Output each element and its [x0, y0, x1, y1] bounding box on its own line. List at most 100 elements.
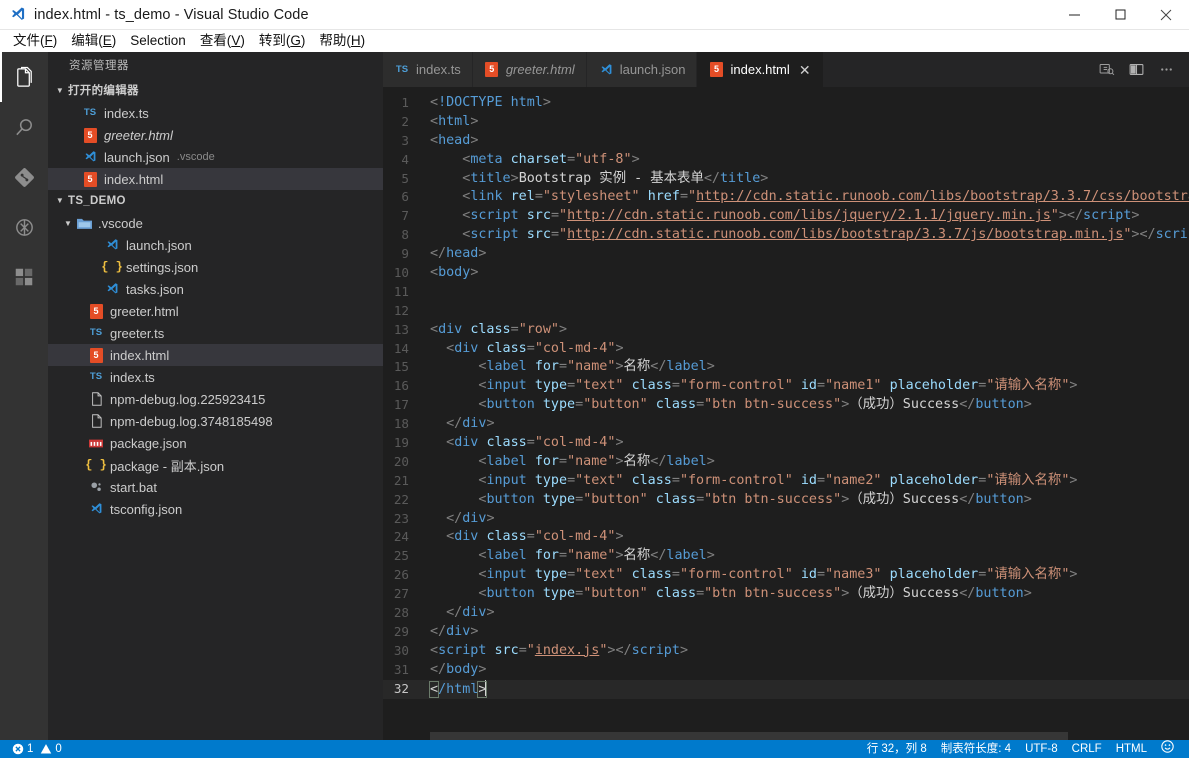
horizontal-scrollbar[interactable]: [430, 732, 1068, 740]
status-item-3[interactable]: CRLF: [1065, 740, 1109, 758]
file-tree-item[interactable]: tsconfig.json: [48, 498, 383, 520]
open-preview-icon[interactable]: [1092, 56, 1120, 84]
line-content: <button type="button" class="btn btn-suc…: [430, 396, 1031, 415]
explorer-icon[interactable]: [0, 52, 48, 102]
token-attr: src: [526, 208, 551, 224]
token-tag: button: [486, 397, 543, 413]
menu-item-3[interactable]: 查看(V): [193, 30, 252, 52]
html-file-icon: 5: [88, 303, 104, 319]
token-tag: label: [666, 453, 707, 469]
file-tree-item[interactable]: 5 index.html: [48, 344, 383, 366]
source-control-icon[interactable]: [0, 152, 48, 202]
file-name: greeter.html: [104, 127, 173, 143]
close-icon[interactable]: ✕: [798, 63, 812, 77]
token-br: =: [575, 397, 584, 413]
extensions-icon[interactable]: [0, 252, 48, 302]
line-content: <html>: [430, 113, 478, 132]
file-tree-item[interactable]: TS index.ts: [48, 366, 383, 388]
editor-tab[interactable]: 5 greeter.html: [472, 52, 587, 87]
token-attr: type: [542, 397, 576, 413]
error-circle-icon: [12, 743, 24, 755]
editor-tab[interactable]: TS index.ts: [383, 52, 473, 87]
search-icon[interactable]: [0, 102, 48, 152]
menu-item-1[interactable]: 编辑(E): [64, 30, 123, 52]
token-attr: class: [631, 378, 672, 394]
token-br: >: [470, 113, 479, 129]
token-url[interactable]: http://cdn.static.runoob.com/libs/bootst…: [567, 227, 1123, 242]
file-tree-item[interactable]: { } settings.json: [48, 256, 383, 278]
line-number: 27: [393, 586, 409, 602]
editor-tab[interactable]: 5 index.html ✕: [697, 52, 824, 87]
token-url[interactable]: http://cdn.static.runoob.com/libs/jquery…: [567, 208, 1051, 223]
ts-file-icon: TS: [89, 371, 103, 383]
line-content: <meta charset="utf-8">: [430, 151, 639, 170]
file-tree-item[interactable]: 5 greeter.html: [48, 300, 383, 322]
token-attr: class: [486, 435, 527, 451]
minimize-button[interactable]: [1051, 0, 1097, 30]
split-editor-icon[interactable]: [1122, 56, 1150, 84]
token-br: <: [430, 642, 439, 658]
token-str: "stylesheet": [542, 189, 640, 205]
open-editor-item[interactable]: 5 index.html: [48, 168, 383, 190]
token-attr: placeholder: [889, 378, 979, 394]
token-str: "form-control": [679, 472, 793, 488]
menu-item-2[interactable]: Selection: [123, 30, 193, 52]
token-url[interactable]: http://cdn.static.runoob.com/libs/bootst…: [696, 189, 1189, 204]
maximize-button[interactable]: [1097, 0, 1143, 30]
smiley-icon[interactable]: [1154, 740, 1181, 758]
problems-indicator[interactable]: 1 0: [8, 743, 66, 755]
file-tree-item[interactable]: package.json: [48, 432, 383, 454]
token-attr: type: [542, 586, 576, 602]
file-tree-item[interactable]: tasks.json: [48, 278, 383, 300]
section-workspace[interactable]: ▼ TS_DEMO: [48, 190, 383, 212]
menu-item-4[interactable]: 转到(G): [252, 30, 313, 52]
more-actions-icon[interactable]: [1152, 56, 1180, 84]
token-str: "name2": [825, 472, 882, 488]
open-editor-item[interactable]: 5 greeter.html: [48, 124, 383, 146]
token-str: "请输入名称": [986, 378, 1070, 394]
debug-icon[interactable]: [0, 202, 48, 252]
file-tree-item[interactable]: ▼ .vscode: [48, 212, 383, 234]
file-tree-item[interactable]: TS greeter.ts: [48, 322, 383, 344]
token-str: "button": [583, 491, 648, 507]
token-tag: div: [454, 529, 487, 545]
status-item-1[interactable]: 制表符长度: 4: [934, 740, 1018, 758]
open-editor-item[interactable]: TS index.ts: [48, 102, 383, 124]
token-br: >: [706, 548, 715, 564]
token-br: <: [430, 132, 439, 148]
open-editor-item[interactable]: launch.json .vscode: [48, 146, 383, 168]
token-tag: div: [462, 605, 487, 621]
file-tree-item[interactable]: start.bat: [48, 476, 383, 498]
token-txt: （成功）Success: [849, 491, 960, 507]
token-attr: class: [655, 397, 697, 413]
menu-item-5[interactable]: 帮助(H): [312, 30, 372, 52]
file-tree-item[interactable]: launch.json: [48, 234, 383, 256]
file-tree-item[interactable]: { } package - 副本.json: [48, 454, 383, 476]
text-cursor: [485, 679, 487, 696]
status-item-4[interactable]: HTML: [1109, 740, 1154, 758]
code-editor[interactable]: 1 <!DOCTYPE html> 2 <html> 3 <head> 4 <meta ch…: [383, 87, 1189, 740]
section-open-editors[interactable]: ▼ 打开的编辑器: [48, 80, 383, 102]
token-tag: button: [975, 491, 1024, 507]
status-item-2[interactable]: UTF-8: [1018, 740, 1065, 758]
file-tree-item[interactable]: npm-debug.log.3748185498: [48, 410, 383, 432]
token-attr: type: [542, 491, 576, 507]
token-tag: label: [666, 359, 707, 375]
token-attr: href: [647, 189, 680, 205]
file-tree-item[interactable]: npm-debug.log.225923415: [48, 388, 383, 410]
json-vs-file-icon: [104, 281, 120, 297]
line-content: <div class="col-md-4">: [430, 340, 623, 359]
token-br: =: [567, 472, 576, 488]
editor-tab[interactable]: launch.json: [586, 52, 698, 87]
file-name: index.html: [110, 347, 170, 363]
token-str: "row": [518, 321, 559, 337]
menu-item-0[interactable]: 文件(F): [6, 30, 64, 52]
token-str: "text": [575, 567, 624, 583]
close-button[interactable]: [1143, 0, 1189, 30]
status-item-0[interactable]: 行 32，列 8: [860, 740, 934, 758]
token-url[interactable]: index.js: [535, 643, 600, 658]
